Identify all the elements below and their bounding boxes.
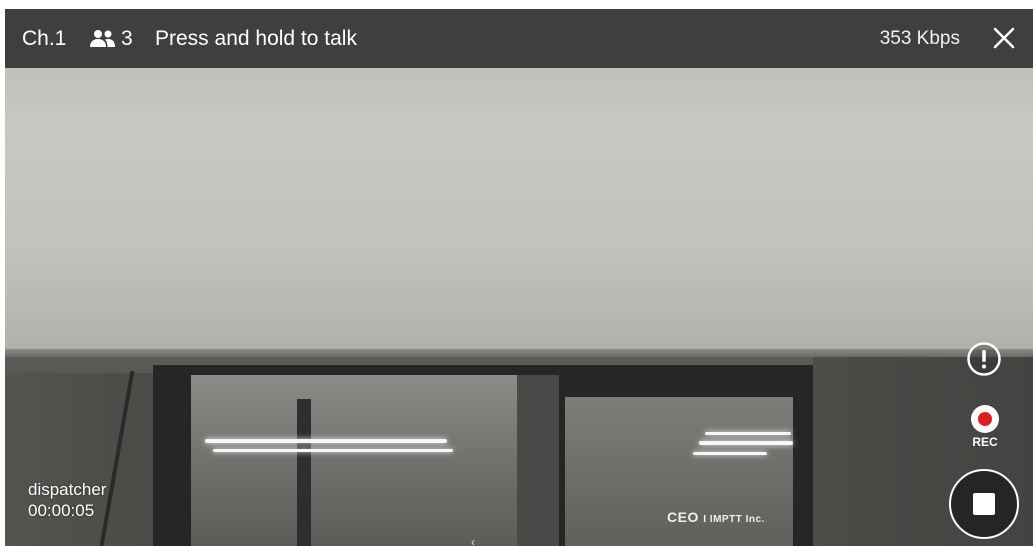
bitrate-indicator: 353 Kbps	[879, 28, 960, 49]
ceiling-light	[693, 452, 767, 455]
top-bar: Ch.1 3 Press and hold to talk 353 Kbps	[5, 9, 1033, 68]
member-count[interactable]: 3	[88, 27, 133, 51]
record-icon	[971, 405, 999, 433]
alert-icon	[967, 342, 1001, 376]
record-dot	[978, 412, 992, 426]
ptt-hint: Press and hold to talk	[155, 27, 357, 50]
group-icon	[90, 30, 115, 47]
record-button[interactable]: REC	[968, 405, 1002, 449]
ceiling-light	[699, 441, 793, 445]
chevron-left-icon: ‹	[471, 535, 475, 546]
ceiling-light	[213, 449, 453, 452]
emergency-alert-button[interactable]	[966, 341, 1002, 377]
ceiling-edge	[5, 349, 1033, 357]
record-label: REC	[972, 435, 998, 449]
office-sign: CEO I IMPTT Inc.	[667, 509, 765, 525]
caller-name: dispatcher	[28, 480, 107, 499]
caller-info: dispatcher 00:00:05	[28, 479, 106, 521]
close-icon	[993, 27, 1015, 49]
channel-label: Ch.1	[22, 27, 67, 50]
ceiling-light	[705, 432, 791, 435]
office-sign-main: CEO	[667, 509, 699, 525]
member-count-value: 3	[121, 27, 133, 50]
call-duration: 00:00:05	[28, 501, 95, 520]
stop-icon	[973, 493, 995, 515]
stop-button[interactable]	[949, 469, 1019, 539]
video-feed: CEO I IMPTT Inc. ‹	[5, 9, 1033, 546]
video-call-screen: CEO I IMPTT Inc. ‹ Ch.1 3 Press and hold…	[5, 9, 1033, 546]
close-button[interactable]	[989, 23, 1019, 53]
ceiling-light	[205, 439, 447, 443]
glass-divider	[517, 375, 559, 546]
glass-post	[297, 399, 311, 546]
glass-panel-left	[191, 375, 517, 546]
office-sign-sub: I IMPTT Inc.	[703, 514, 765, 525]
